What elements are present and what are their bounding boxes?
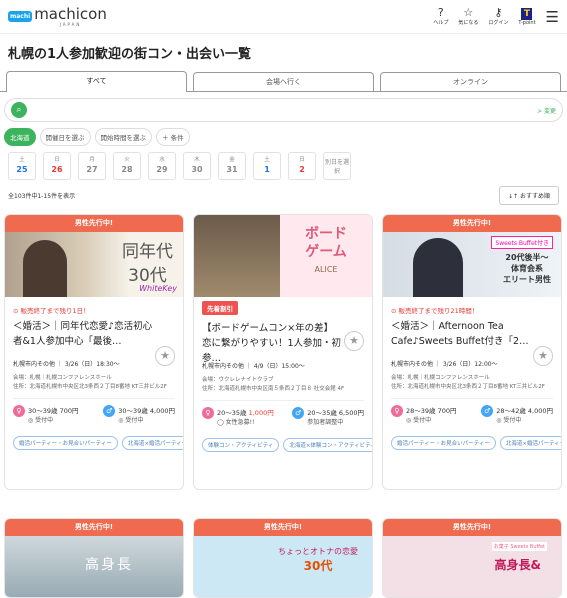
category-tag[interactable]: 体験コン・アクティビティ	[202, 438, 280, 452]
female-icon: ♀	[391, 405, 403, 417]
date-picker: 土 25 日 26 月 27 火 28 水 29 木 30 金 31 土1 日2 別日を選択	[0, 146, 567, 180]
page-title: 札幌の1人参加歓迎の街コン・出会い一覧	[8, 47, 252, 62]
event-card-list: 男性先行中! 同年代 30代 WhiteKey ⊙ 販売終了まで残り1日！ ＜婚…	[0, 214, 567, 490]
event-title[interactable]: ＜婚活＞｜Afternoon Tea Cafe♪Sweets Buffet付き「…	[383, 315, 561, 353]
date-item[interactable]: 土 25	[8, 152, 36, 180]
date-item[interactable]: 金 31	[218, 152, 246, 180]
male-icon: ♂	[103, 405, 116, 417]
category-tag[interactable]: 北海道×婚活パーティー	[121, 436, 183, 450]
question-icon: ?	[437, 6, 444, 19]
logo-text: machicon	[34, 4, 107, 23]
event-card[interactable]: 男性先行中! お菓子 Sweets Buffet 高身長&	[382, 518, 562, 598]
female-price: ♀ 28～39歳 700円 ◎ 受付中	[391, 405, 457, 424]
favorites-button[interactable]: ☆ 気になる	[458, 6, 479, 27]
machicon-logo[interactable]: machi machicon JAPAN	[8, 4, 107, 27]
search-bar[interactable]: ⌕ > 変更	[4, 98, 563, 122]
event-card[interactable]: 男性先行中! 高身長	[4, 518, 184, 598]
filter-time[interactable]: 開始時間を選ぶ	[94, 128, 152, 146]
male-price: ♂ 28～42歳 4,000円 ◎ 受付中	[481, 405, 553, 424]
female-price: ♀ 20～35歳 1,000円 ◯ 女性急募!!	[202, 407, 274, 426]
header: machi machicon JAPAN ? ヘルプ ☆ 気になる ⚷ ログイン TT…	[0, 0, 567, 34]
event-card[interactable]: 男性先行中! ちょっとオトナの恋愛 30代	[193, 518, 373, 598]
date-item[interactable]: 木 30	[183, 152, 211, 180]
hamburger-icon: ☰	[545, 7, 559, 26]
result-count: 全103件中1-15件を表示	[8, 193, 76, 200]
event-card[interactable]: 男性先行中! Sweets Buffet付き 20代後半～ 体育会系 エリート男…	[382, 214, 562, 490]
favorite-star-icon[interactable]: ★	[344, 331, 364, 351]
date-item[interactable]: 月 27	[78, 152, 106, 180]
date-item[interactable]: 火 28	[113, 152, 141, 180]
favorite-star-icon[interactable]: ★	[533, 346, 553, 366]
promo-band: 男性先行中!	[383, 519, 561, 536]
tab-offline[interactable]: 会場へ行く	[193, 72, 374, 91]
female-icon: ♀	[13, 405, 25, 417]
event-venue: 会場：札幌｜札幌コンファレンスホール 住所：北海道札幌市中央区北3条西２丁目8番…	[13, 375, 167, 390]
sort-button[interactable]: ↓↑ おすすめ順	[499, 186, 559, 205]
filter-date[interactable]: 開催日を選ぶ	[39, 128, 91, 146]
help-label: ヘルプ	[433, 20, 449, 26]
category-tag[interactable]: 北海道×婚活パーティー	[499, 436, 561, 450]
login-button[interactable]: ⚷ ログイン	[488, 6, 509, 27]
deadline-text: ⊙ 販売終了まで残り1日！	[13, 307, 90, 315]
event-title[interactable]: ＜婚活＞｜同年代恋愛♪恋活初心者&1人参加中心「最後…	[5, 315, 183, 353]
male-price: ♂ 20～35歳 6,500円 参加者調整中	[292, 407, 364, 426]
login-label: ログイン	[488, 20, 509, 26]
tpoint-button[interactable]: T T-point	[518, 7, 536, 26]
event-image: 同年代 30代 WhiteKey	[5, 232, 183, 297]
menu-button[interactable]: ☰	[545, 7, 559, 26]
filter-area[interactable]: 北海道	[4, 128, 36, 146]
key-icon: ⚷	[494, 6, 503, 19]
logo-badge: machi	[8, 11, 33, 22]
event-image: ボード ゲーム ALICE	[194, 215, 372, 297]
female-price: ♀ 30～39歳 700円 ◎ 受付中	[13, 405, 79, 424]
change-link[interactable]: > 変更	[537, 106, 556, 115]
male-icon: ♂	[292, 407, 305, 419]
filter-chips: 北海道 開催日を選ぶ 開始時間を選ぶ ＋ 条件	[0, 122, 567, 146]
date-item[interactable]: 日2	[288, 152, 316, 180]
event-image: Sweets Buffet付き 20代後半～ 体育会系 エリート男性	[383, 232, 561, 297]
tab-online[interactable]: オンライン	[380, 72, 561, 91]
category-tag[interactable]: 北海道×体験コン・アクティビティ	[283, 438, 372, 452]
event-card[interactable]: 男性先行中! 同年代 30代 WhiteKey ⊙ 販売終了まで残り1日！ ＜婚…	[4, 214, 184, 490]
date-item[interactable]: 土1	[253, 152, 281, 180]
category-tag[interactable]: 婚活パーティー・お見合いパーティー	[391, 436, 496, 450]
tab-bar: すべて 会場へ行く オンライン	[0, 70, 567, 92]
deadline-text: ⊙ 販売終了まで残り21時間！	[391, 307, 479, 315]
tpoint-label: T-point	[518, 19, 536, 26]
favorite-star-icon[interactable]: ★	[155, 346, 175, 366]
date-other-button[interactable]: 別日を選択	[323, 152, 351, 180]
event-card[interactable]: ボード ゲーム ALICE 先着割引 【ボードゲームコン×年の差】恋に繋がりやすい…	[193, 214, 373, 490]
filter-conditions[interactable]: ＋ 条件	[156, 128, 190, 146]
favorites-label: 気になる	[458, 20, 479, 26]
event-venue: 会場：札幌｜札幌コンファレンスホール 住所：北海道札幌市中央区北3条西２丁目8番…	[391, 375, 545, 390]
tcard-icon: T	[521, 7, 533, 20]
promo-band: 男性先行中!	[5, 215, 183, 232]
promo-band: 男性先行中!	[383, 215, 561, 232]
event-card-list-row2: 男性先行中! 高身長 男性先行中! ちょっとオトナの恋愛 30代 男性先行中! お…	[0, 518, 567, 598]
tab-all[interactable]: すべて	[6, 71, 187, 92]
discount-tag: 先着割引	[202, 301, 238, 315]
search-icon[interactable]: ⌕	[11, 102, 27, 118]
date-item[interactable]: 日 26	[43, 152, 71, 180]
event-venue: 会場：ウクレレナイトクラブ 住所：北海道札幌市中央区南５条西２丁目８ 社交会館 …	[202, 377, 345, 392]
female-icon: ♀	[202, 407, 214, 419]
help-button[interactable]: ? ヘルプ	[433, 6, 449, 27]
promo-band: 男性先行中!	[5, 519, 183, 536]
promo-band: 男性先行中!	[194, 519, 372, 536]
male-price: ♂ 30～39歳 4,000円 ◎ 受付中	[103, 405, 175, 424]
male-icon: ♂	[481, 405, 494, 417]
date-item[interactable]: 水 29	[148, 152, 176, 180]
star-icon: ☆	[463, 6, 474, 19]
category-tag[interactable]: 婚活パーティー・お見合いパーティー	[13, 436, 118, 450]
